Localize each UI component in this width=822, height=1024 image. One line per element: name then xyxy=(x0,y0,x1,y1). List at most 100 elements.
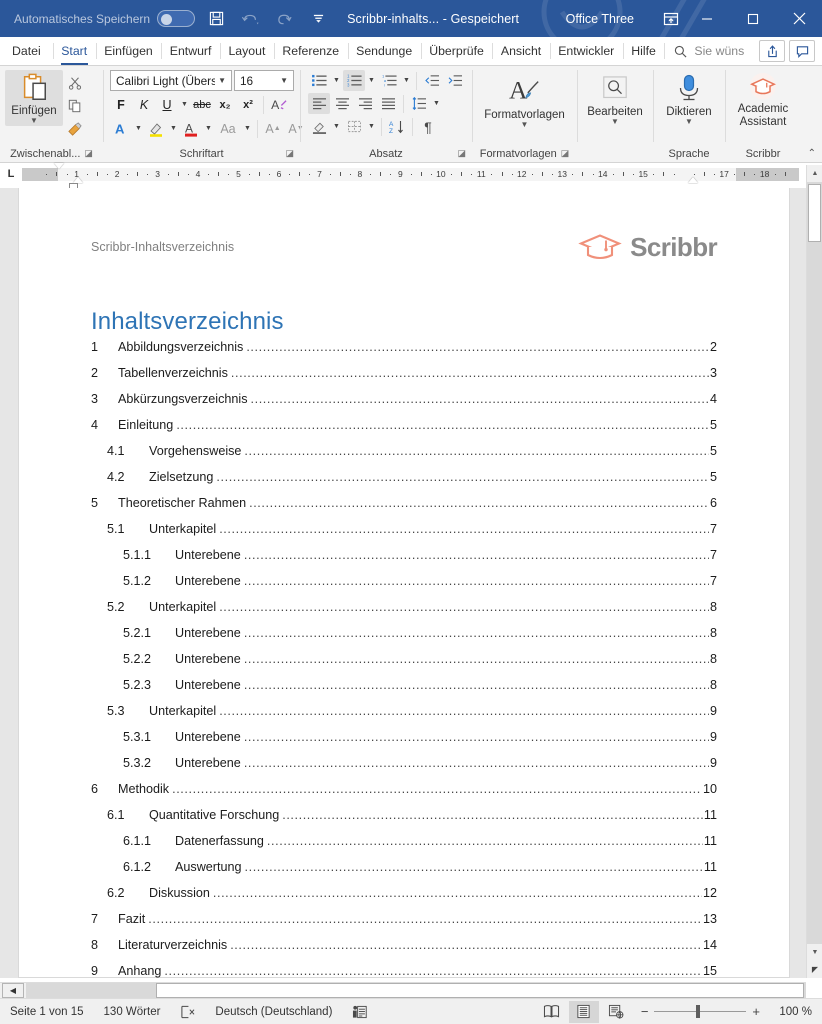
first-line-indent-marker[interactable] xyxy=(54,163,64,169)
decrease-indent-button[interactable] xyxy=(421,70,443,91)
font-name-combobox[interactable]: Calibri Light (Übersc ▼ xyxy=(110,70,232,91)
document-header[interactable]: Scribbr-Inhaltsverzeichnis Scribbr xyxy=(91,230,717,264)
toc-entry[interactable]: 5.2.2Unterebene.........................… xyxy=(91,652,717,678)
styles-button[interactable]: A Formatvorlagen ▼ xyxy=(477,70,572,130)
chevron-down-icon[interactable]: ▼ xyxy=(366,123,377,130)
web-layout-button[interactable] xyxy=(601,1001,631,1023)
borders-button[interactable] xyxy=(343,116,365,137)
chevron-down-icon[interactable]: ▼ xyxy=(215,76,229,85)
toc-entry[interactable]: 9Anhang.................................… xyxy=(91,964,717,978)
zoom-out-button[interactable]: − xyxy=(641,1004,649,1019)
numbering-button[interactable]: 1 2 3 xyxy=(343,70,365,91)
dialog-launcher-icon[interactable]: ◪ xyxy=(84,148,93,159)
dictate-button[interactable]: Diktieren ▼ xyxy=(658,70,720,127)
chevron-down-icon[interactable]: ▼ xyxy=(331,123,342,130)
toc-entry[interactable]: 2Tabellenverzeichnis....................… xyxy=(91,366,717,392)
toc-entry[interactable]: 5.2.3Unterebene.........................… xyxy=(91,678,717,704)
zoom-slider-handle[interactable] xyxy=(696,1005,700,1018)
grow-font-button[interactable]: A▲ xyxy=(262,118,284,139)
chevron-down-icon[interactable]: ▼ xyxy=(331,77,342,84)
toc-entry[interactable]: 6Methodik...............................… xyxy=(91,782,717,808)
split-view-button[interactable]: ◤ xyxy=(807,961,822,978)
toc-entry[interactable]: 1Abbildungsverzeichnis..................… xyxy=(91,340,717,366)
tab-einfuegen[interactable]: Einfügen xyxy=(96,37,162,65)
customize-quick-access-toolbar-icon[interactable] xyxy=(305,7,331,31)
italic-button[interactable]: K xyxy=(133,94,155,115)
document-area[interactable]: Scribbr-Inhaltsverzeichnis Scribbr Inhal… xyxy=(0,188,822,978)
toc-entry[interactable]: 8Literaturverzeichnis...................… xyxy=(91,938,717,964)
vertical-scrollbar-track[interactable] xyxy=(807,182,822,944)
chevron-down-icon[interactable]: ▼ xyxy=(431,100,442,107)
horizontal-scrollbar-thumb[interactable] xyxy=(156,983,804,998)
chevron-down-icon[interactable]: ▼ xyxy=(685,118,693,127)
comments-icon[interactable] xyxy=(789,40,815,62)
chevron-down-icon[interactable]: ▼ xyxy=(30,117,38,126)
chevron-down-icon[interactable]: ▼ xyxy=(242,125,253,132)
subscript-button[interactable]: x₂ xyxy=(214,94,236,115)
align-right-button[interactable] xyxy=(354,93,376,114)
toc-entry[interactable]: 3Abkürzungsverzeichnis..................… xyxy=(91,392,717,418)
font-size-combobox[interactable]: 16 ▼ xyxy=(234,70,294,91)
undo-icon[interactable] xyxy=(237,7,263,31)
word-count[interactable]: 130 Wörter xyxy=(94,1006,171,1018)
change-case-button[interactable]: Aa xyxy=(215,118,241,139)
language-status[interactable]: Deutsch (Deutschland) xyxy=(205,1006,342,1018)
read-mode-button[interactable] xyxy=(537,1001,567,1023)
print-layout-button[interactable] xyxy=(569,1001,599,1023)
cut-button[interactable] xyxy=(63,72,86,94)
academic-assistant-button[interactable]: Academic Assistant xyxy=(730,70,796,129)
right-indent-marker[interactable] xyxy=(688,177,698,183)
maximize-button[interactable] xyxy=(730,0,776,37)
toc-entry[interactable]: 5.2Unterkapitel.........................… xyxy=(91,600,717,626)
toc-entry[interactable]: 6.2Diskussion...........................… xyxy=(91,886,717,912)
shading-button[interactable] xyxy=(308,116,330,137)
tab-sendungen[interactable]: Sendunge xyxy=(348,37,421,65)
vertical-scrollbar-thumb[interactable] xyxy=(808,184,821,242)
toc-entry[interactable]: 5.1.1Unterebene.........................… xyxy=(91,548,717,574)
chevron-down-icon[interactable]: ▼ xyxy=(168,125,179,132)
toc-entry[interactable]: 6.1.1Datenerfassung.....................… xyxy=(91,834,717,860)
share-icon[interactable] xyxy=(759,40,785,62)
toc-entry[interactable]: 5.1Unterkapitel.........................… xyxy=(91,522,717,548)
underline-button[interactable]: U xyxy=(156,94,178,115)
minimize-button[interactable] xyxy=(684,0,730,37)
tab-entwurf[interactable]: Entwurf xyxy=(161,37,220,65)
chevron-down-icon[interactable]: ▼ xyxy=(133,125,144,132)
tab-referenzen[interactable]: Referenze xyxy=(274,37,348,65)
chevron-down-icon[interactable]: ▼ xyxy=(277,76,291,85)
toc-entry[interactable]: 5.3Unterkapitel.........................… xyxy=(91,704,717,730)
document-page[interactable]: Scribbr-Inhaltsverzeichnis Scribbr Inhal… xyxy=(18,188,790,978)
toc-entry[interactable]: 7Fazit..................................… xyxy=(91,912,717,938)
tab-datei[interactable]: Datei xyxy=(0,37,53,65)
chevron-down-icon[interactable]: ▼ xyxy=(521,121,529,130)
tell-me-search[interactable]: Sie wüns xyxy=(664,37,754,65)
justify-button[interactable] xyxy=(377,93,399,114)
tab-hilfe[interactable]: Hilfe xyxy=(623,37,665,65)
toc-entry[interactable]: 6.1.2Auswertung.........................… xyxy=(91,860,717,886)
format-painter-button[interactable] xyxy=(63,118,86,140)
proofing-errors-icon[interactable] xyxy=(170,1005,205,1019)
accessibility-checker-icon[interactable] xyxy=(342,1005,377,1019)
tab-layout[interactable]: Layout xyxy=(220,37,274,65)
tab-ueberpruefen[interactable]: Überprüfe xyxy=(421,37,493,65)
zoom-in-button[interactable]: + xyxy=(752,1004,760,1019)
tab-ansicht[interactable]: Ansicht xyxy=(492,37,549,65)
multilevel-list-button[interactable]: 1 a i xyxy=(378,70,400,91)
font-color-button[interactable]: A xyxy=(180,118,202,139)
chevron-down-icon[interactable]: ▼ xyxy=(611,118,619,127)
zoom-slider[interactable]: − + xyxy=(641,1004,760,1019)
chevron-down-icon[interactable]: ▼ xyxy=(401,77,412,84)
dialog-launcher-icon[interactable]: ◪ xyxy=(457,148,466,159)
text-highlight-button[interactable] xyxy=(145,118,167,139)
toc-entry[interactable]: 4.2Zielsetzung..........................… xyxy=(91,470,717,496)
zoom-slider-track[interactable] xyxy=(654,1011,746,1012)
toc-entry[interactable]: 5Theoretischer Rahmen...................… xyxy=(91,496,717,522)
toc-entry[interactable]: 5.2.1Unterebene.........................… xyxy=(91,626,717,652)
page-status[interactable]: Seite 1 von 15 xyxy=(0,1006,94,1018)
toc-entry[interactable]: 4.1Vorgehensweise.......................… xyxy=(91,444,717,470)
horizontal-scrollbar[interactable]: ◀ xyxy=(0,982,806,998)
dialog-launcher-icon[interactable]: ◪ xyxy=(285,148,294,159)
strikethrough-button[interactable]: abc xyxy=(191,94,213,115)
bold-button[interactable]: F xyxy=(110,94,132,115)
line-spacing-button[interactable] xyxy=(408,93,430,114)
